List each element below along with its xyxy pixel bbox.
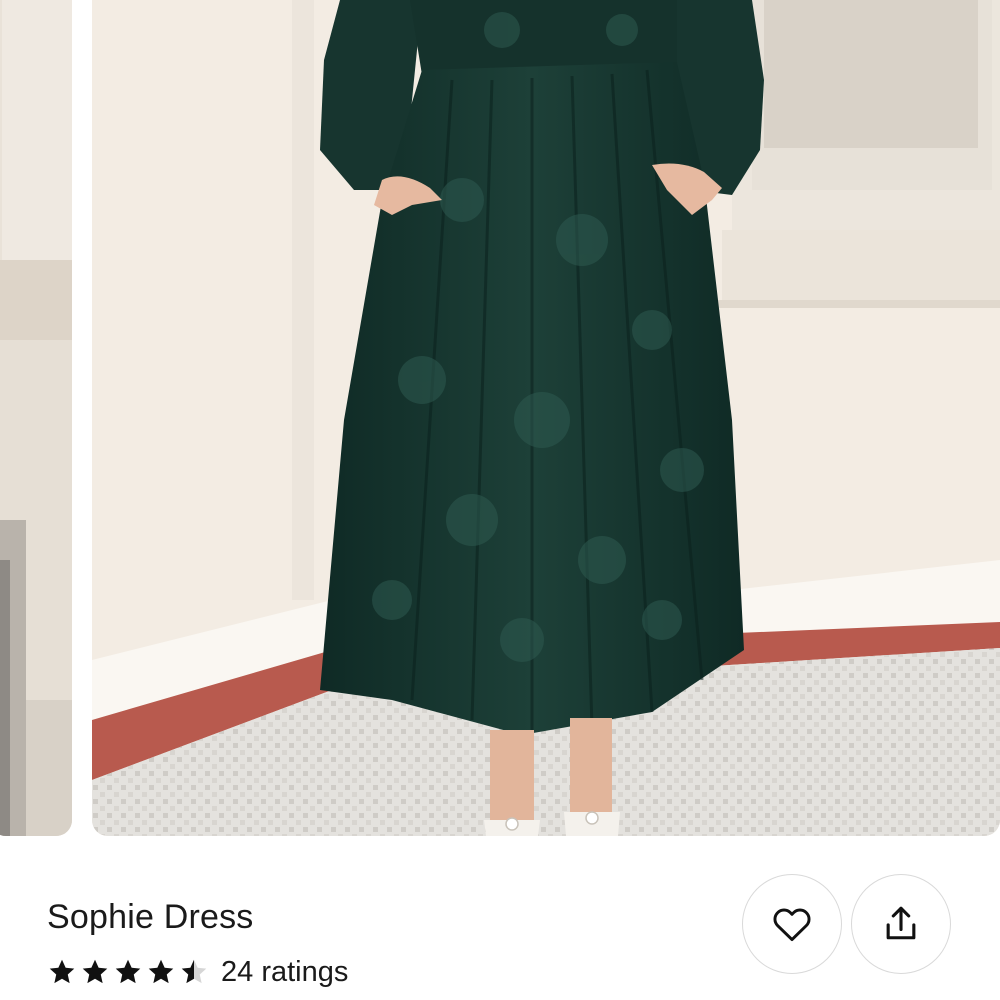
product-page: Sophie Dress 24 ratings	[0, 0, 1000, 1000]
heart-icon	[773, 908, 811, 942]
product-info: Sophie Dress 24 ratings	[0, 836, 1000, 1000]
dress-photo	[92, 0, 1000, 836]
favorite-button[interactable]	[742, 874, 842, 974]
star-half-icon	[181, 959, 207, 984]
previous-photo	[0, 0, 72, 836]
share-button[interactable]	[851, 874, 951, 974]
star-full-icon	[115, 959, 141, 984]
product-title: Sophie Dress	[47, 898, 254, 936]
carousel-image-current[interactable]	[92, 0, 1000, 836]
rating-stars	[47, 957, 209, 987]
product-rating[interactable]: 24 ratings	[47, 952, 348, 992]
share-icon	[886, 906, 916, 940]
product-image-carousel[interactable]	[0, 0, 1000, 836]
star-full-icon	[148, 959, 174, 984]
star-full-icon	[82, 959, 108, 984]
carousel-image-previous[interactable]	[0, 0, 72, 836]
ratings-count[interactable]: 24 ratings	[221, 956, 348, 989]
star-full-icon	[49, 959, 75, 984]
